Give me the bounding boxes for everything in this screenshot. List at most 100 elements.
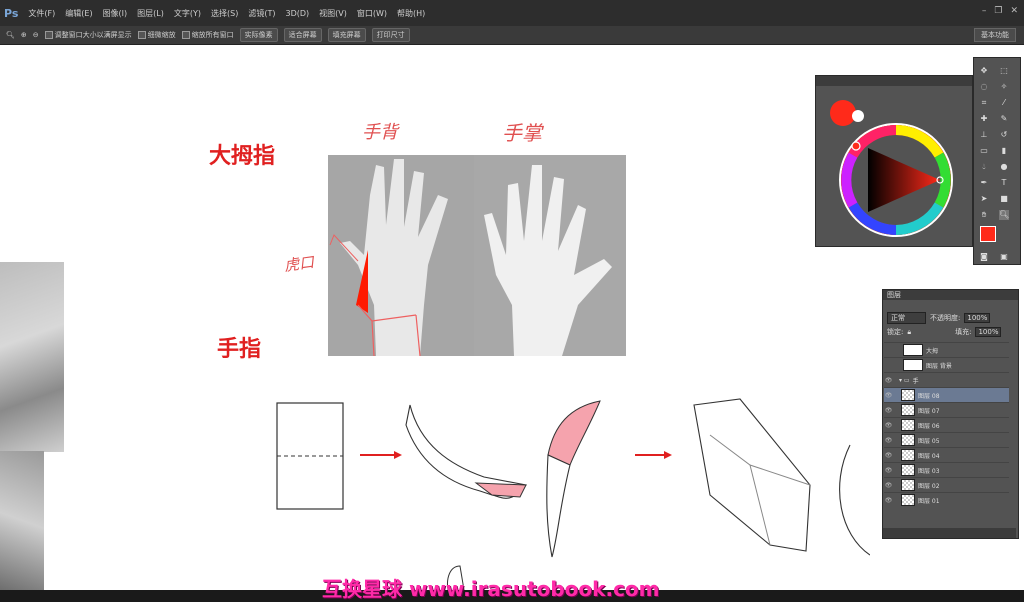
layer-row[interactable]: 👁︎ 图层 05 [884, 432, 1009, 447]
close-icon[interactable]: ✕ [1010, 6, 1018, 16]
quick-mask-icon[interactable]: ◙ [979, 252, 989, 262]
print-size-button[interactable]: 打印尺寸 [371, 28, 410, 42]
foreground-color-box[interactable] [980, 226, 996, 242]
zoom-all-windows-checkbox[interactable] [181, 31, 190, 39]
pen-tool-icon[interactable]: ✒ [979, 178, 989, 188]
layer-visibility-eye-icon[interactable]: 👁︎ [884, 497, 893, 504]
fill-input[interactable]: 100% [975, 327, 1002, 337]
lock-row: 锁定: 🔒︎ 填充: 100% [887, 327, 1002, 337]
eraser-tool-icon[interactable]: ▭ [979, 146, 989, 156]
blend-mode-select[interactable]: 正常 [887, 312, 926, 324]
gradient-tool-icon[interactable]: ▮ [999, 146, 1009, 156]
partial-shape [839, 444, 870, 556]
healing-tool-icon[interactable]: ✚ [979, 114, 989, 124]
menu-help[interactable]: 帮助(H) [397, 8, 425, 19]
menu-layer[interactable]: 图层(L) [137, 8, 164, 19]
type-tool-icon[interactable]: T [999, 178, 1009, 188]
hand-tool-icon[interactable]: ✋︎ [979, 210, 989, 220]
fill-screen-button[interactable]: 填充屏幕 [327, 28, 366, 42]
layer-row[interactable]: 👁︎ 图层 02 [884, 477, 1009, 492]
layer-thumbnail [901, 404, 915, 416]
window-controls: – ❐ ✕ [982, 6, 1018, 16]
layer-row[interactable]: 👁︎ 图层 04 [884, 447, 1009, 462]
layer-visibility-eye-icon[interactable]: 👁︎ [884, 377, 893, 384]
menu-edit[interactable]: 编辑(E) [65, 8, 92, 19]
crop-tool-icon[interactable]: ⌗ [979, 98, 989, 108]
layer-row[interactable]: 👁︎ 图层 07 [884, 402, 1009, 417]
minimize-icon[interactable]: – [982, 6, 987, 16]
layer-thumbnail [901, 389, 915, 401]
folder-icon[interactable]: ▾ ▭ [899, 377, 910, 384]
scrubby-zoom-checkbox[interactable] [137, 31, 146, 39]
layer-group-row[interactable]: 👁︎ ▾ ▭ 手 [884, 372, 1009, 387]
layers-panel-tab[interactable]: 图层 [883, 290, 1018, 300]
blend-mode-row: 正常 不透明度: 100% [887, 312, 991, 324]
color-wheel[interactable] [836, 120, 956, 240]
layer-visibility-eye-icon[interactable]: 👁︎ [884, 407, 893, 414]
stamp-tool-icon[interactable]: ⊥ [979, 130, 989, 140]
layer-visibility-eye-icon[interactable]: 👁︎ [884, 437, 893, 444]
menu-view[interactable]: 视图(V) [319, 8, 347, 19]
restore-icon[interactable]: ❐ [994, 6, 1002, 16]
menu-filter[interactable]: 滤镜(T) [248, 8, 275, 19]
layers-panel[interactable]: 图层 正常 不透明度: 100% 锁定: 🔒︎ 填充: 100% 大拇 图层 背景… [882, 289, 1019, 539]
layer-visibility-eye-icon[interactable]: 👁︎ [884, 422, 893, 429]
layer-row[interactable]: 👁︎ 图层 08 [884, 387, 1009, 402]
fit-screen-button[interactable]: 适合屏幕 [283, 28, 322, 42]
layer-row[interactable]: 👁︎ 图层 01 [884, 492, 1009, 507]
color-wheel-panel-header[interactable] [816, 76, 972, 86]
zoom-all-windows-option[interactable]: 缩放所有窗口 [181, 30, 234, 40]
document-canvas[interactable]: 大拇指 手指 手背 手掌 虎口 图层 正常 不透明度: 100% 锁定: 🔒︎ … [0, 45, 1024, 590]
hue-ring-handle[interactable] [851, 141, 861, 151]
layer-visibility-eye-icon[interactable]: 👁︎ [884, 452, 893, 459]
color-wheel-panel[interactable] [815, 75, 973, 247]
lock-icon[interactable]: 🔒︎ [907, 328, 911, 337]
layer-visibility-eye-icon[interactable]: 👁︎ [884, 482, 893, 489]
menu-window[interactable]: 窗口(W) [357, 8, 387, 19]
scrubby-zoom-option[interactable]: 细微缩放 [137, 30, 176, 40]
dodge-tool-icon[interactable]: ● [999, 162, 1009, 172]
curled-shape-pink-face [547, 400, 601, 466]
layer-visibility-eye-icon[interactable]: 👁︎ [884, 392, 893, 399]
zoom-in-icon[interactable]: ⊕ [21, 31, 27, 39]
shape-tool-icon[interactable]: ■ [999, 194, 1009, 204]
layer-name: 图层 05 [918, 437, 940, 445]
menu-3d[interactable]: 3D(D) [285, 9, 309, 18]
saturation-triangle[interactable] [868, 148, 940, 212]
menu-image[interactable]: 图像(I) [103, 8, 128, 19]
layer-row[interactable]: 👁︎ 图层 03 [884, 462, 1009, 477]
layers-panel-title[interactable]: 图层 [887, 290, 901, 300]
resize-windows-option[interactable]: 调整窗口大小以满屏显示 [44, 30, 132, 40]
menu-select[interactable]: 选择(S) [211, 8, 238, 19]
zoom-out-icon[interactable]: ⊖ [33, 31, 39, 39]
history-brush-tool-icon[interactable]: ↺ [999, 130, 1009, 140]
back-of-hand-note: 手背 [362, 122, 398, 143]
zoom-tool-icon[interactable]: 🔍︎ [6, 31, 15, 39]
move-tool-icon[interactable]: ✥ [979, 66, 989, 76]
layer-name: 图层 04 [918, 452, 940, 460]
zoom-tool-panel-icon[interactable]: 🔍︎ [999, 210, 1009, 220]
marquee-tool-icon[interactable]: ⬚ [999, 66, 1009, 76]
hand-back-drawing [329, 159, 448, 357]
layer-row[interactable]: 图层 背景 [884, 357, 1009, 372]
left-reference-photo-bottom [0, 451, 44, 590]
layer-row[interactable]: 大拇 [884, 342, 1009, 357]
lasso-tool-icon[interactable]: ◌ [979, 82, 989, 92]
layer-row[interactable]: 👁︎ 图层 06 [884, 417, 1009, 432]
workspace-select[interactable]: 基本功能 [974, 28, 1016, 42]
menu-file[interactable]: 文件(F) [28, 8, 55, 19]
opacity-input[interactable]: 100% [964, 313, 991, 323]
screen-mode-icon[interactable]: ▣ [999, 252, 1009, 262]
menu-type[interactable]: 文字(Y) [174, 8, 201, 19]
layer-thumbnail [903, 359, 923, 371]
magic-wand-tool-icon[interactable]: ✧ [999, 82, 1009, 92]
eyedropper-tool-icon[interactable]: ⁄ [999, 98, 1009, 108]
tools-panel[interactable]: ✥ ⬚ ◌ ✧ ⌗ ⁄ ✚ ✎ ⊥ ↺ ▭ ▮ 💧︎ ● ✒ T ➤ ■ ✋︎ … [973, 57, 1021, 265]
actual-pixels-button[interactable]: 实际像素 [239, 28, 278, 42]
resize-windows-checkbox[interactable] [44, 31, 53, 39]
blur-tool-icon[interactable]: 💧︎ [979, 162, 989, 172]
layer-visibility-eye-icon[interactable]: 👁︎ [884, 467, 893, 474]
layer-name: 图层 02 [918, 482, 940, 490]
brush-tool-icon[interactable]: ✎ [999, 114, 1009, 124]
path-selection-tool-icon[interactable]: ➤ [979, 194, 989, 204]
